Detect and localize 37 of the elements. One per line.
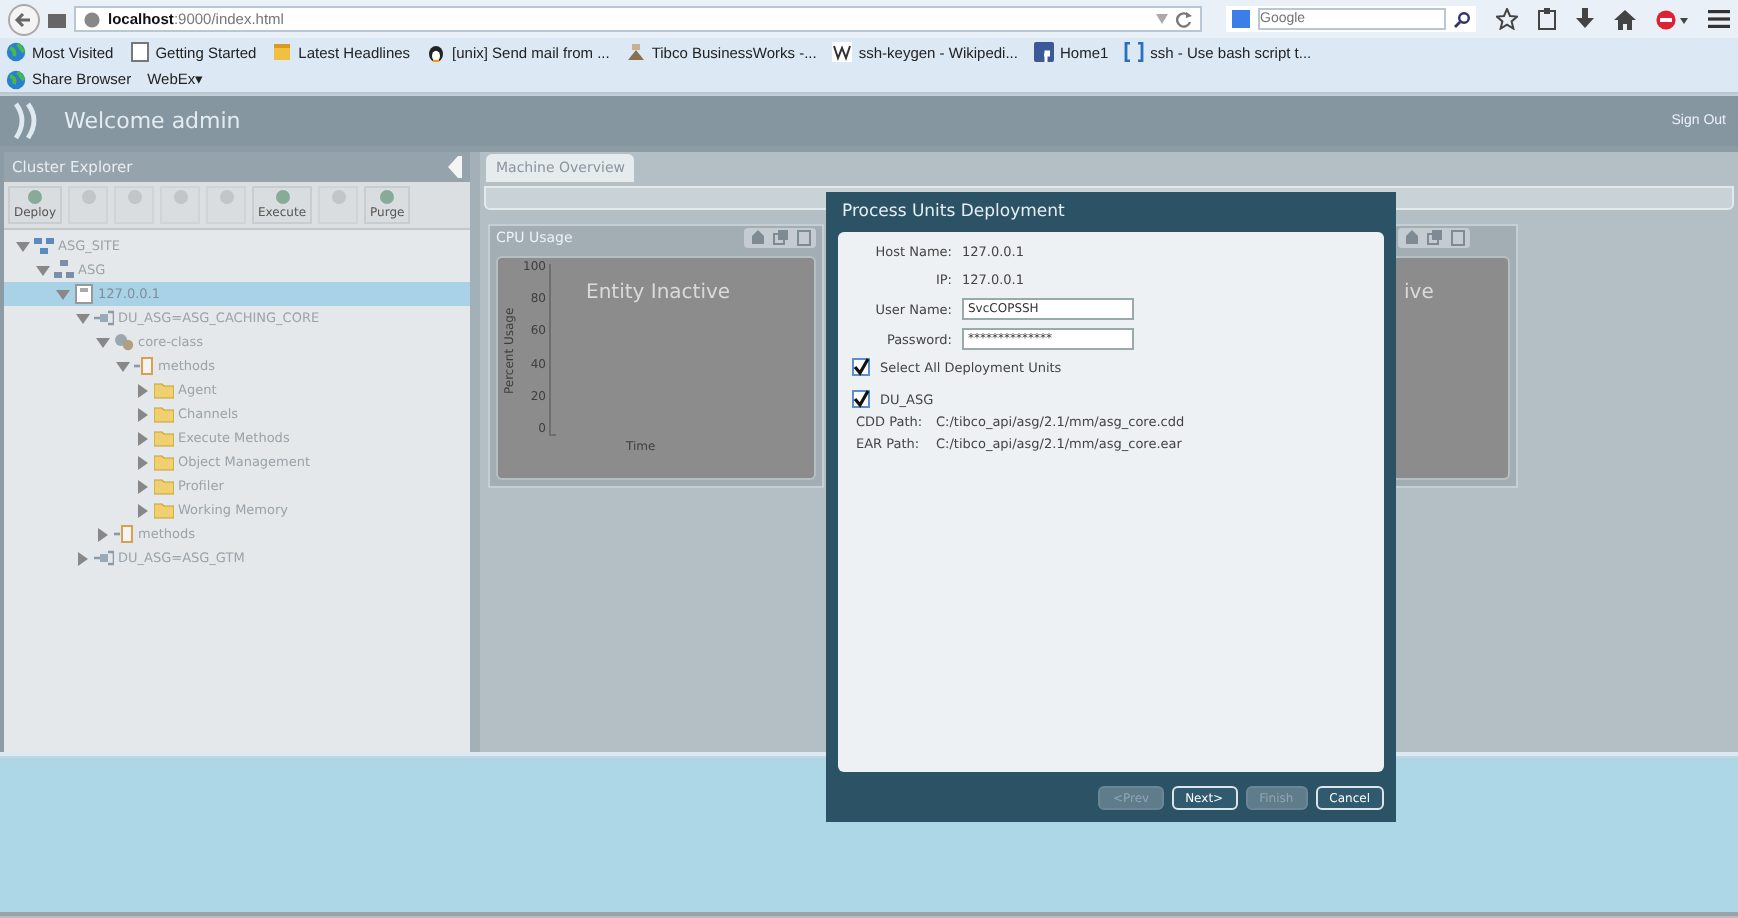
search-icon[interactable] — [1454, 11, 1470, 27]
status-message: ive — [1404, 282, 1434, 304]
reload-icon[interactable] — [1176, 11, 1192, 27]
download-icon[interactable] — [1576, 8, 1594, 30]
network-icon — [54, 260, 74, 280]
letter-f-icon — [1033, 42, 1054, 62]
bracket-icon — [1124, 42, 1145, 62]
server-icon — [74, 284, 94, 304]
unit-icon — [94, 308, 114, 328]
search-engine-icon — [1232, 10, 1250, 28]
clipboard-icon[interactable] — [1538, 8, 1556, 30]
checkbox[interactable] — [852, 390, 870, 408]
checkbox[interactable] — [852, 358, 870, 376]
collapse-icon[interactable] — [448, 156, 462, 178]
letter-w-icon — [832, 42, 853, 62]
splitter-handle[interactable] — [470, 152, 480, 752]
page-icon — [48, 11, 66, 27]
menu-icon[interactable] — [1708, 10, 1730, 28]
dialog-title: Process Units Deployment — [840, 200, 1067, 226]
panel-controls-icon[interactable] — [744, 228, 816, 248]
document-icon — [114, 524, 134, 544]
home-icon[interactable] — [1614, 9, 1636, 29]
unit-icon — [94, 548, 114, 568]
gears-icon — [114, 332, 134, 352]
stop-sign-icon[interactable] — [1656, 9, 1688, 29]
welcome-title: Welcome admin — [64, 108, 243, 134]
folder-icon — [272, 42, 293, 62]
penguin-icon — [426, 42, 447, 62]
star-icon[interactable] — [1496, 8, 1518, 30]
dropdown-icon[interactable] — [1156, 14, 1168, 24]
network-icon — [34, 236, 54, 256]
document-icon — [134, 356, 154, 376]
tool-icon — [625, 42, 646, 62]
status-message: Entity Inactive — [586, 282, 731, 304]
back-icon[interactable] — [8, 3, 40, 35]
panel-controls-icon[interactable] — [1398, 228, 1470, 248]
page-icon — [129, 42, 150, 62]
